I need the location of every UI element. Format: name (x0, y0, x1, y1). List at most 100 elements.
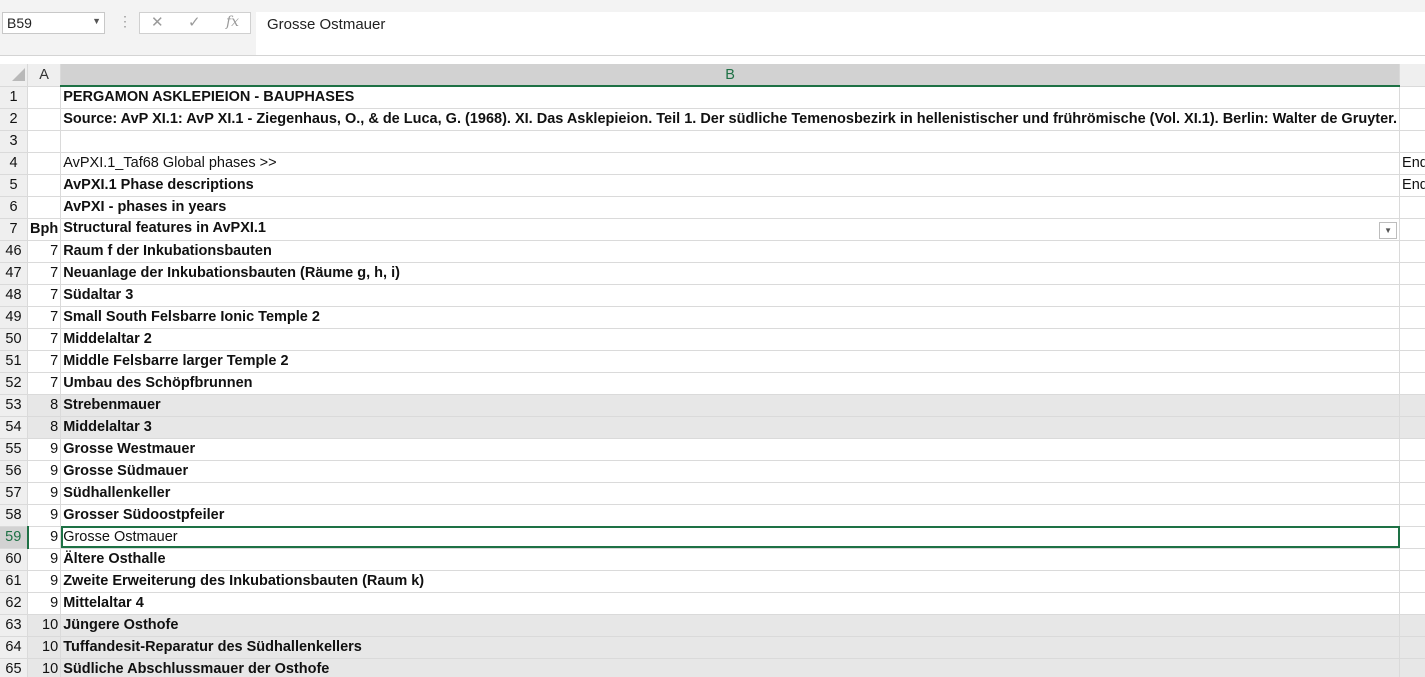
cell-bph[interactable]: 7 (27, 328, 62, 351)
row-header[interactable]: 56 (0, 460, 28, 483)
row-header[interactable]: 47 (0, 262, 28, 285)
cell-phase-value[interactable] (1399, 614, 1425, 637)
row-header[interactable]: 59 (0, 526, 29, 549)
column-header-a[interactable]: A (27, 64, 62, 87)
row-header[interactable]: 2 (0, 108, 28, 131)
cell-a1[interactable] (27, 86, 62, 109)
cell-c6[interactable]: 425-375 (1399, 196, 1425, 219)
cell-b2[interactable]: Source: AvP XI.1: AvP XI.1 - Ziegenhaus,… (60, 108, 1401, 131)
row-header[interactable]: 51 (0, 350, 28, 373)
cell-phase-value[interactable] (1399, 548, 1425, 571)
cell-feature[interactable]: Grosse Südmauer (60, 460, 1401, 483)
cell-phase-value[interactable] (1399, 592, 1425, 615)
formula-input[interactable]: Grosse Ostmauer (256, 12, 1425, 55)
cell-c4[interactable]: Ende 5. Jh.-1. Viertel 3 Jh. (1399, 152, 1425, 175)
cell-bph[interactable]: 10 (27, 614, 62, 637)
cell-bph[interactable]: 9 (27, 460, 62, 483)
cell-c2[interactable] (1399, 108, 1425, 131)
cell-b4[interactable]: AvPXI.1_Taf68 Global phases >> (60, 152, 1401, 175)
cell-bph[interactable]: 7 (27, 372, 62, 395)
row-header[interactable]: 7 (0, 218, 28, 241)
cell-bph[interactable]: 9 (27, 504, 62, 527)
cell-phase-value[interactable] (1399, 262, 1425, 285)
cell-phase-value[interactable] (1399, 460, 1425, 483)
row-header[interactable]: 50 (0, 328, 28, 351)
cell-phase-value[interactable] (1399, 284, 1425, 307)
cell-feature[interactable]: Raum f der Inkubationsbauten (60, 240, 1401, 263)
chevron-down-icon[interactable]: ▼ (92, 16, 101, 26)
enter-icon[interactable]: ✓ (188, 13, 201, 31)
cell-c7[interactable]: ▼1 (1399, 218, 1425, 241)
cell-bph[interactable]: 9 (27, 438, 62, 461)
cell-phase-value[interactable] (1399, 394, 1425, 417)
drag-handle-icon[interactable]: ⋮ (118, 13, 132, 30)
name-box[interactable]: B59 ▼ (2, 12, 105, 34)
cell-bph[interactable]: 8 (27, 416, 62, 439)
cell-phase-value[interactable] (1399, 328, 1425, 351)
cell-bph[interactable]: 7 (27, 306, 62, 329)
row-header[interactable]: 48 (0, 284, 28, 307)
cell-feature[interactable]: Mittelaltar 4 (60, 592, 1401, 615)
cell-feature[interactable]: Südliche Abschlussmauer der Osthofe (60, 658, 1401, 677)
cell-c5[interactable]: Ende 5. bis An (1399, 174, 1425, 197)
cell-b5[interactable]: AvPXI.1 Phase descriptions (60, 174, 1401, 197)
cell-b7[interactable]: ▼ Structural features in AvPXI.1 (60, 218, 1401, 241)
cell-feature[interactable]: Middle Felsbarre larger Temple 2 (60, 350, 1401, 373)
cell-phase-value[interactable] (1399, 240, 1425, 263)
cell-bph[interactable]: 9 (27, 592, 62, 615)
row-header[interactable]: 55 (0, 438, 28, 461)
cell-bph[interactable]: 10 (27, 636, 62, 659)
cell-phase-value[interactable] (1399, 570, 1425, 593)
cell-feature[interactable]: Ältere Osthalle (60, 548, 1401, 571)
row-header[interactable]: 5 (0, 174, 28, 197)
row-header[interactable]: 60 (0, 548, 28, 571)
cell-feature[interactable]: Jüngere Osthofe (60, 614, 1401, 637)
row-header[interactable]: 52 (0, 372, 28, 395)
cell-phase-value[interactable] (1399, 482, 1425, 505)
cell-feature[interactable]: Zweite Erweiterung des Inkubationsbauten… (60, 570, 1401, 593)
cell-phase-value[interactable] (1399, 526, 1425, 549)
select-all-corner[interactable] (0, 64, 28, 87)
row-header[interactable]: 1 (0, 86, 28, 109)
row-header[interactable]: 49 (0, 306, 28, 329)
cell-phase-value[interactable] (1399, 372, 1425, 395)
cell-b6[interactable]: AvPXI - phases in years (60, 196, 1401, 219)
cell-feature[interactable]: Grosse Ostmauer (60, 526, 1401, 549)
cell-a7[interactable]: Bph (27, 218, 62, 241)
cell-feature[interactable]: Middelaltar 3 (60, 416, 1401, 439)
row-header[interactable]: 62 (0, 592, 28, 615)
row-header[interactable]: 65 (0, 658, 28, 677)
row-header[interactable]: 53 (0, 394, 28, 417)
cell-a5[interactable] (27, 174, 62, 197)
column-header-b[interactable]: B (60, 64, 1401, 87)
cell-a4[interactable] (27, 152, 62, 175)
row-header[interactable]: 57 (0, 482, 28, 505)
function-icon[interactable]: fx (226, 14, 239, 30)
cell-feature[interactable]: Grosse Westmauer (60, 438, 1401, 461)
cell-phase-value[interactable] (1399, 350, 1425, 373)
cell-bph[interactable]: 7 (27, 240, 62, 263)
row-header[interactable]: 6 (0, 196, 28, 219)
cell-phase-value[interactable] (1399, 504, 1425, 527)
cell-phase-value[interactable] (1399, 658, 1425, 677)
cell-feature[interactable]: Südhallenkeller (60, 482, 1401, 505)
cell-bph[interactable]: 9 (27, 482, 62, 505)
cell-bph[interactable]: 8 (27, 394, 62, 417)
cell-feature[interactable]: Tuffandesit-Reparatur des Südhallenkelle… (60, 636, 1401, 659)
row-header[interactable]: 61 (0, 570, 28, 593)
cell-bph[interactable]: 9 (27, 548, 62, 571)
cell-feature[interactable]: Umbau des Schöpfbrunnen (60, 372, 1401, 395)
cell-feature[interactable]: Grosser Südoostpfeiler (60, 504, 1401, 527)
row-header[interactable]: 64 (0, 636, 28, 659)
cell-feature[interactable]: Neuanlage der Inkubationsbauten (Räume g… (60, 262, 1401, 285)
cell-bph[interactable]: 7 (27, 284, 62, 307)
cell-phase-value[interactable] (1399, 438, 1425, 461)
cancel-icon[interactable]: ✕ (151, 13, 164, 31)
row-header[interactable]: 63 (0, 614, 28, 637)
cell-a6[interactable] (27, 196, 62, 219)
cell-bph[interactable]: 10 (27, 658, 62, 677)
cell-feature[interactable]: Strebenmauer (60, 394, 1401, 417)
cell-bph[interactable]: 9 (27, 570, 62, 593)
cell-feature[interactable]: Middelaltar 2 (60, 328, 1401, 351)
row-header[interactable]: 54 (0, 416, 28, 439)
